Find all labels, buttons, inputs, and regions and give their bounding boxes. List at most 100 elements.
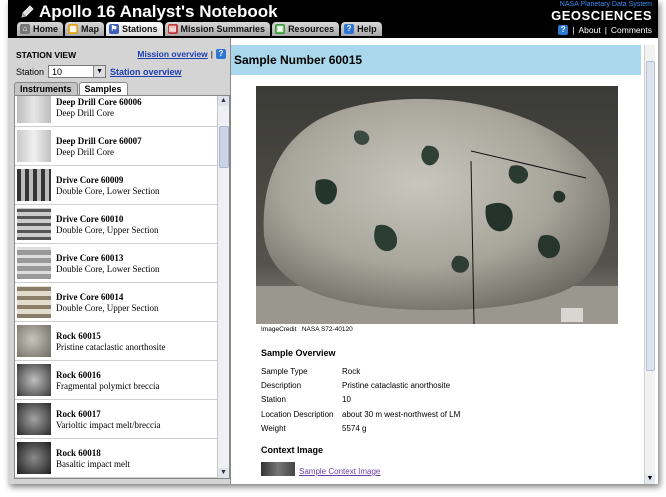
mission-overview-link[interactable]: Mission overview xyxy=(137,49,207,59)
sample-title: Sample Number 60015 xyxy=(234,53,363,67)
tab-samples[interactable]: Samples xyxy=(78,82,128,95)
tab-resources[interactable]: ▣ Resources xyxy=(272,22,340,36)
chevron-down-icon[interactable]: ▼ xyxy=(93,66,106,77)
sample-name: Deep Drill Core 60007 xyxy=(56,135,142,146)
station-select[interactable]: 10 ▼ xyxy=(48,65,107,78)
property-label: Location Description xyxy=(261,409,334,419)
property-value: Rock xyxy=(342,366,361,376)
sample-thumbnail xyxy=(17,403,51,435)
sample-thumbnail xyxy=(17,208,51,240)
sample-list-item[interactable]: Deep Drill Core 60006 Deep Drill Core xyxy=(15,96,217,127)
sample-description: Double Core, Upper Section xyxy=(56,224,159,235)
detail-scrollbar[interactable]: ▼ xyxy=(644,45,655,484)
tab-mission-summaries-label: Mission Summaries xyxy=(180,24,266,34)
image-credit-value: NASA S72-40120 xyxy=(301,326,353,333)
sample-description: Deep Drill Core xyxy=(56,146,114,157)
tab-map[interactable]: ▦ Map xyxy=(65,22,105,36)
sample-list-item[interactable]: Drive Core 60010 Double Core, Upper Secti… xyxy=(15,205,217,244)
scrollbar-thumb[interactable] xyxy=(219,126,229,168)
link-separator: | xyxy=(572,25,575,35)
link-separator: | xyxy=(210,49,213,59)
sample-text: Rock 60015 Pristine cataclastic anorthosi… xyxy=(56,331,165,352)
tab-help[interactable]: ? Help xyxy=(341,22,382,36)
help-icon[interactable]: ? xyxy=(216,49,226,59)
sample-text: Drive Core 60009 Double Core, Lower Secti… xyxy=(56,175,159,196)
sample-thumbnail xyxy=(17,130,51,162)
property-row: Weight 5574 g xyxy=(261,421,460,435)
sample-name: Rock 60016 xyxy=(56,369,101,380)
sample-description: Double Core, Upper Section xyxy=(56,302,159,313)
sample-list-item[interactable]: Rock 60018 Basaltic impact melt xyxy=(15,439,217,478)
property-row: Location Description about 30 m west-nort… xyxy=(261,407,460,421)
scrollbar-thumb[interactable] xyxy=(646,61,655,371)
about-link[interactable]: About xyxy=(578,25,600,35)
scroll-down-icon[interactable]: ▼ xyxy=(218,468,229,478)
sample-name: Drive Core 60010 xyxy=(56,213,124,224)
rock-image xyxy=(256,86,618,324)
sample-description: Basaltic impact melt xyxy=(56,458,130,469)
sample-description: Varioltic impact melt/breccia xyxy=(56,419,161,430)
app-window: Apollo 16 Analyst's Notebook ⌂ Home ▦ Map … xyxy=(8,0,658,484)
sample-list-item[interactable]: Deep Drill Core 60007 Deep Drill Core xyxy=(15,127,217,166)
sample-list-item[interactable]: Drive Core 60014 Double Core, Upper Secti… xyxy=(15,283,217,322)
sample-text: Rock 60017 Varioltic impact melt/breccia xyxy=(56,409,160,430)
tab-home[interactable]: ⌂ Home xyxy=(17,22,64,36)
sample-text: Drive Core 60014 Double Core, Upper Secti… xyxy=(56,292,158,313)
sample-thumbnail xyxy=(17,286,51,318)
sample-description: Deep Drill Core xyxy=(56,107,114,118)
scroll-up-icon[interactable]: ▲ xyxy=(218,96,229,106)
station-view-links: Mission overview | ? xyxy=(137,49,226,59)
property-row: Sample Type Rock xyxy=(261,364,460,378)
sample-list-item[interactable]: Rock 60016 Fragmental polymict breccia xyxy=(15,361,217,400)
tab-resources-label: Resources xyxy=(288,24,335,34)
folder-icon: ▣ xyxy=(275,24,286,34)
home-icon: ⌂ xyxy=(20,24,30,34)
geosciences-logo: NASA Planetary Data System GEOSCIENCES ?… xyxy=(551,1,652,35)
sample-list-item[interactable]: Rock 60015 Pristine cataclastic anorthosi… xyxy=(15,322,217,361)
tab-mission-summaries[interactable]: ▤ Mission Summaries xyxy=(164,22,271,36)
station-label: Station xyxy=(16,66,45,77)
sample-thumbnail xyxy=(17,325,51,357)
property-value: 10 xyxy=(342,395,351,405)
tab-stations[interactable]: ⚑ Stations xyxy=(106,22,163,36)
app-title: Apollo 16 Analyst's Notebook xyxy=(20,2,278,22)
tab-home-label: Home xyxy=(33,24,59,34)
scroll-down-icon[interactable]: ▼ xyxy=(645,474,655,484)
pencil-icon xyxy=(21,5,34,18)
context-image-link[interactable]: Sample Context Image xyxy=(299,467,380,476)
help-icon[interactable]: ? xyxy=(558,25,569,35)
station-overview-link[interactable]: Station overview xyxy=(110,67,182,77)
sample-photo xyxy=(256,86,618,324)
sample-description: Double Core, Lower Section xyxy=(56,263,160,274)
sample-thumbnail xyxy=(17,247,51,279)
property-label: Station xyxy=(261,395,286,405)
sample-list-item[interactable]: Rock 60017 Varioltic impact melt/breccia xyxy=(15,400,217,439)
sample-list-scrollbar[interactable]: ▲ ▼ xyxy=(217,96,229,478)
context-image-thumbnail[interactable] xyxy=(261,462,295,476)
property-value: Pristine cataclastic anorthosite xyxy=(342,380,451,390)
sample-thumbnail xyxy=(17,442,51,474)
app-header: Apollo 16 Analyst's Notebook ⌂ Home ▦ Map … xyxy=(8,0,658,38)
sample-text: Drive Core 60010 Double Core, Upper Secti… xyxy=(56,214,158,235)
station-view-title: STATION VIEW xyxy=(16,50,77,60)
sample-text: Drive Core 60013 Double Core, Lower Secti… xyxy=(56,253,159,274)
image-credit-label: ImageCredit xyxy=(261,326,297,333)
sample-list-item[interactable]: Drive Core 60013 Double Core, Lower Secti… xyxy=(15,244,217,283)
link-separator: | xyxy=(604,25,607,35)
sample-thumbnail xyxy=(17,169,51,201)
tab-instruments[interactable]: Instruments xyxy=(14,82,78,95)
comments-link[interactable]: Comments xyxy=(611,25,652,35)
property-value: 5574 g xyxy=(342,423,367,433)
main-nav-tabs: ⌂ Home ▦ Map ⚑ Stations ▤ Mission Summaries … xyxy=(17,22,382,36)
sample-overview-title: Sample Overview xyxy=(261,348,336,358)
tab-map-label: Map xyxy=(81,24,100,34)
sample-header: Sample Number 60015 xyxy=(231,45,641,75)
sample-text: Deep Drill Core 60007 Deep Drill Core xyxy=(56,136,142,157)
tab-help-label: Help xyxy=(357,24,377,34)
app-title-text: Apollo 16 Analyst's Notebook xyxy=(39,2,278,21)
sample-list-items: Deep Drill Core 60006 Deep Drill Core Deep… xyxy=(15,96,217,478)
sample-list: Deep Drill Core 60006 Deep Drill Core Deep… xyxy=(14,95,230,479)
station-select-value: 10 xyxy=(52,67,63,77)
property-label: Description xyxy=(261,380,302,390)
sample-list-item[interactable]: Drive Core 60009 Double Core, Lower Secti… xyxy=(15,166,217,205)
